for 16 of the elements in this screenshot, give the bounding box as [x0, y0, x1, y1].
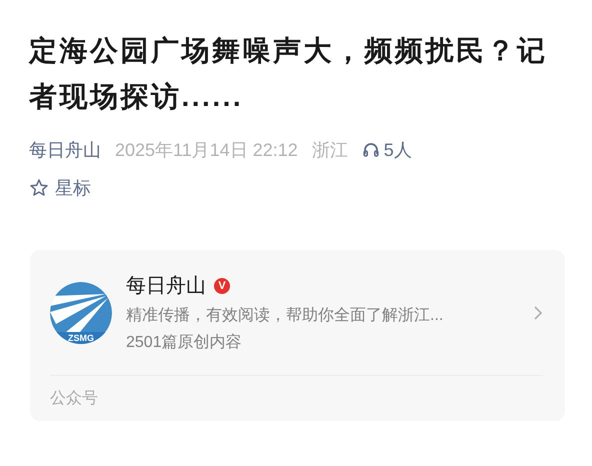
chevron-right-icon: [533, 304, 543, 320]
account-logo: ZSMG: [50, 282, 112, 344]
publish-date: 2025年11月14日 22:12: [115, 139, 298, 162]
card-footer-label: 公众号: [50, 390, 98, 407]
listener-count: 5人: [384, 139, 412, 162]
star-icon: [29, 178, 49, 198]
article-title: 定海公园广场舞噪声大，频频扰民？记者现场探访......: [29, 34, 548, 114]
headphones-icon: [362, 141, 380, 159]
location-text: 浙江: [312, 139, 348, 162]
account-description: 精准传播，有效阅读，帮助你全面了解浙江...: [126, 306, 444, 326]
account-card[interactable]: ZSMG 每日舟山 V 精准传播，有效阅读，帮助你全面了解浙江... 2501篇原创内容 公众号: [30, 250, 565, 421]
article-count: 2501篇原创内容: [126, 332, 243, 353]
star-button[interactable]: 星标: [29, 176, 91, 200]
account-link[interactable]: 每日舟山: [29, 138, 101, 162]
account-name: 每日舟山: [126, 274, 206, 299]
verified-badge: V: [214, 278, 230, 294]
